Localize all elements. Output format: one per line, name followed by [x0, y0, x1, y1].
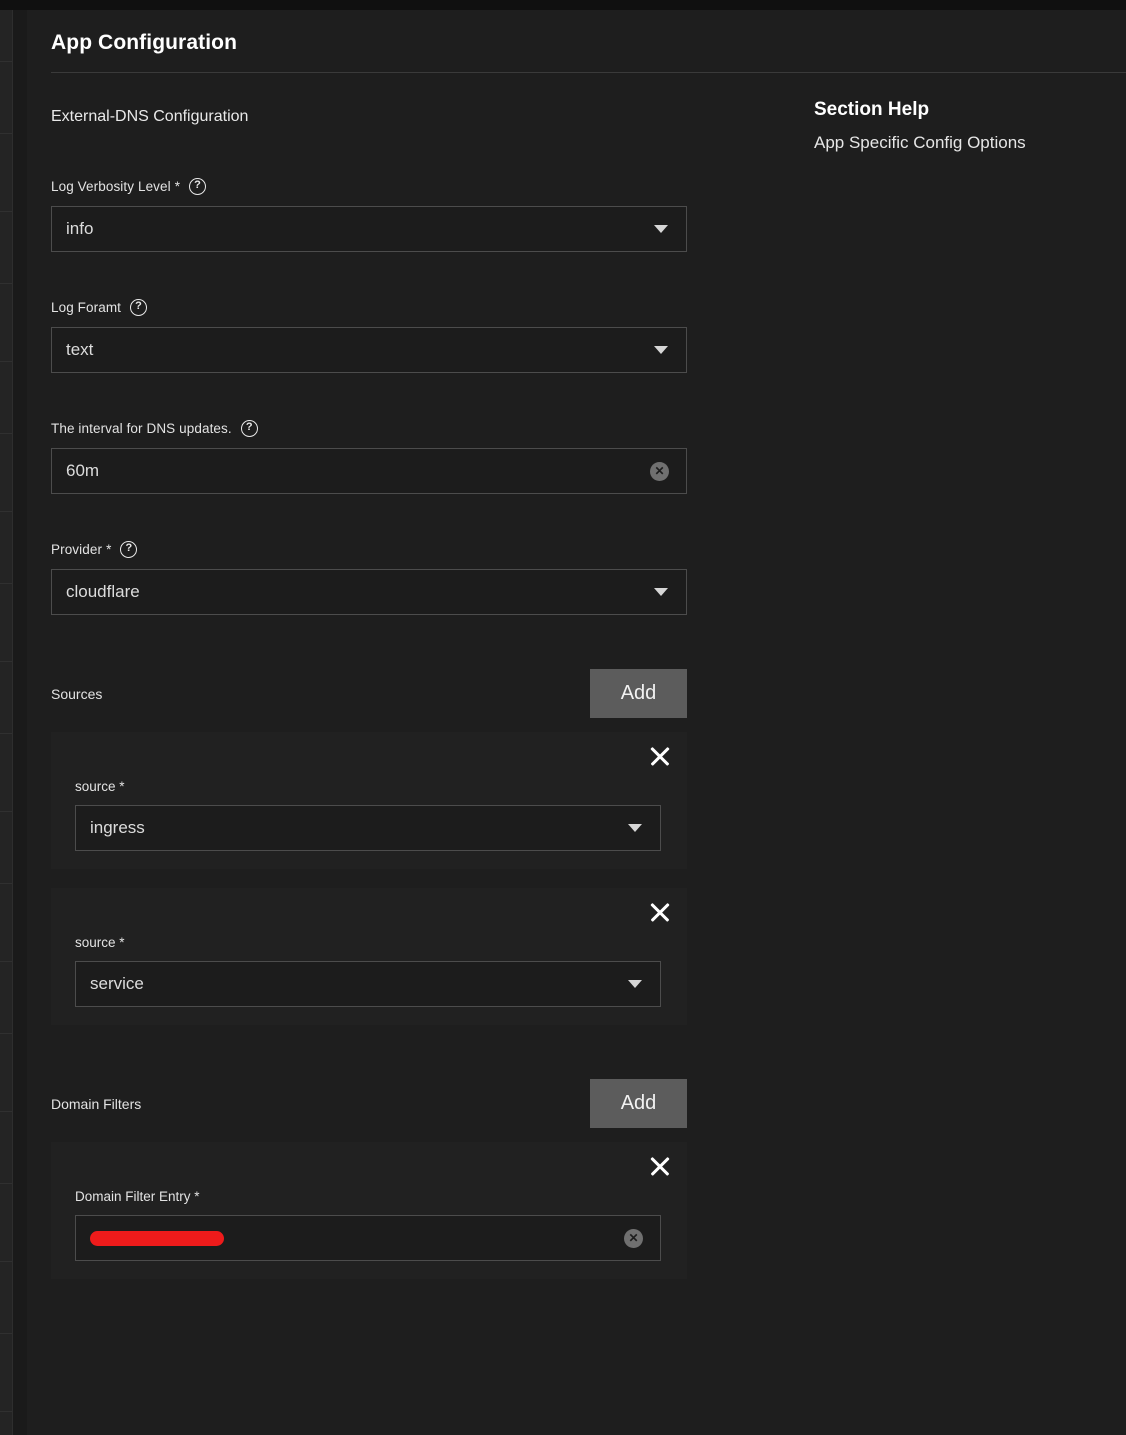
domain-filter-entry-input[interactable]: ✕ — [75, 1215, 661, 1261]
add-domain-filter-button[interactable]: Add — [590, 1079, 687, 1128]
field-log-format: Log Foramt ? text — [51, 298, 713, 373]
sidebar-gutter — [13, 10, 27, 1435]
field-label: The interval for DNS updates. — [51, 421, 232, 436]
clear-icon[interactable]: ✕ — [650, 462, 669, 481]
chevron-down-icon — [654, 225, 668, 233]
required-asterisk: * — [106, 542, 111, 557]
domain-filters-header: Domain Filters Add — [51, 1079, 687, 1128]
source-field-label: source * — [75, 779, 687, 794]
sidebar-item-16[interactable] — [0, 1184, 12, 1262]
source-item-card: source * service — [51, 888, 687, 1025]
help-icon[interactable]: ? — [120, 541, 137, 558]
remove-source-icon[interactable] — [645, 897, 675, 927]
field-label-row: Provider * ? — [51, 540, 713, 558]
sidebar-item-6[interactable] — [0, 434, 12, 512]
sources-header: Sources Add — [51, 669, 687, 718]
sources-label: Sources — [51, 686, 102, 702]
source-select[interactable]: service — [75, 961, 661, 1007]
domain-filter-field-label: Domain Filter Entry * — [75, 1189, 687, 1204]
label-text: Domain Filter Entry — [75, 1189, 191, 1204]
panel-header: App Configuration — [27, 10, 1126, 72]
remove-domain-filter-icon[interactable] — [645, 1151, 675, 1181]
required-asterisk: * — [191, 1189, 200, 1204]
sidebar-item-10[interactable] — [0, 734, 12, 812]
source-field-label: source * — [75, 935, 687, 950]
sidebar-partial[interactable] — [0, 10, 13, 1435]
sidebar-item-13[interactable] — [0, 962, 12, 1034]
add-source-button[interactable]: Add — [590, 669, 687, 718]
top-chrome-strip — [0, 0, 1126, 10]
required-asterisk: * — [175, 179, 180, 194]
provider-select[interactable]: cloudflare — [51, 569, 687, 615]
chevron-down-icon — [654, 588, 668, 596]
sidebar-item-4[interactable] — [0, 284, 12, 362]
required-asterisk: * — [116, 935, 125, 950]
field-label-row: The interval for DNS updates. ? — [51, 419, 713, 437]
section-subtitle: External-DNS Configuration — [51, 72, 713, 126]
input-value: 60m — [52, 461, 650, 481]
help-icon[interactable]: ? — [241, 420, 258, 437]
label-text: source — [75, 779, 116, 794]
sidebar-item-8[interactable] — [0, 584, 12, 662]
log-format-select[interactable]: text — [51, 327, 687, 373]
sidebar-item-15[interactable] — [0, 1112, 12, 1184]
app-configuration-panel: App Configuration External-DNS Configura… — [27, 10, 1126, 1435]
clear-icon[interactable]: ✕ — [624, 1229, 643, 1248]
select-value: ingress — [76, 818, 628, 838]
section-help-text: App Specific Config Options — [814, 133, 1114, 153]
panel-body: External-DNS Configuration Log Verbosity… — [27, 72, 1126, 1435]
select-value: service — [76, 974, 628, 994]
form-column: External-DNS Configuration Log Verbosity… — [51, 72, 713, 1279]
app-root: App Configuration External-DNS Configura… — [0, 0, 1126, 1435]
required-asterisk: * — [116, 779, 125, 794]
source-item-card: source * ingress — [51, 732, 687, 869]
redaction-bar — [90, 1231, 224, 1246]
select-value: info — [52, 219, 654, 239]
section-help-column: Section Help App Specific Config Options — [814, 99, 1114, 153]
field-provider: Provider * ? cloudflare — [51, 540, 713, 615]
field-label-row: Log Verbosity Level * ? — [51, 177, 713, 195]
log-verbosity-level-select[interactable]: info — [51, 206, 687, 252]
sidebar-item-9[interactable] — [0, 662, 12, 734]
field-dns-update-interval: The interval for DNS updates. ? 60m ✕ — [51, 419, 713, 494]
field-label: Log Verbosity Level — [51, 179, 171, 194]
domain-filters-label: Domain Filters — [51, 1096, 141, 1112]
sidebar-item-7[interactable] — [0, 512, 12, 584]
field-label: Log Foramt — [51, 300, 121, 315]
help-icon[interactable]: ? — [130, 299, 147, 316]
chevron-down-icon — [628, 980, 642, 988]
sidebar-item-19[interactable] — [0, 1412, 12, 1435]
dns-update-interval-input[interactable]: 60m ✕ — [51, 448, 687, 494]
sidebar-item-2[interactable] — [0, 134, 12, 212]
sidebar-item-5[interactable] — [0, 362, 12, 434]
sidebar-item-18[interactable] — [0, 1334, 12, 1412]
page-title: App Configuration — [51, 31, 237, 55]
chevron-down-icon — [654, 346, 668, 354]
sidebar-item-11[interactable] — [0, 812, 12, 884]
help-icon[interactable]: ? — [189, 178, 206, 195]
sidebar-item-0[interactable] — [0, 10, 12, 62]
chevron-down-icon — [628, 824, 642, 832]
sidebar-item-14[interactable] — [0, 1034, 12, 1112]
field-log-verbosity-level: Log Verbosity Level * ? info — [51, 177, 713, 252]
field-label-row: Log Foramt ? — [51, 298, 713, 316]
select-value: cloudflare — [52, 582, 654, 602]
sources-section: Sources Add source * ingress — [51, 669, 713, 1025]
sidebar-item-17[interactable] — [0, 1262, 12, 1334]
select-value: text — [52, 340, 654, 360]
sidebar-item-3[interactable] — [0, 212, 12, 284]
domain-filters-section: Domain Filters Add Domain Filter Entry *… — [51, 1079, 713, 1279]
sidebar-item-1[interactable] — [0, 62, 12, 134]
domain-filter-item-card: Domain Filter Entry * ✕ — [51, 1142, 687, 1279]
sidebar-item-12[interactable] — [0, 884, 12, 962]
field-label: Provider — [51, 542, 102, 557]
label-text: source — [75, 935, 116, 950]
source-select[interactable]: ingress — [75, 805, 661, 851]
remove-source-icon[interactable] — [645, 741, 675, 771]
section-help-title: Section Help — [814, 99, 1114, 121]
